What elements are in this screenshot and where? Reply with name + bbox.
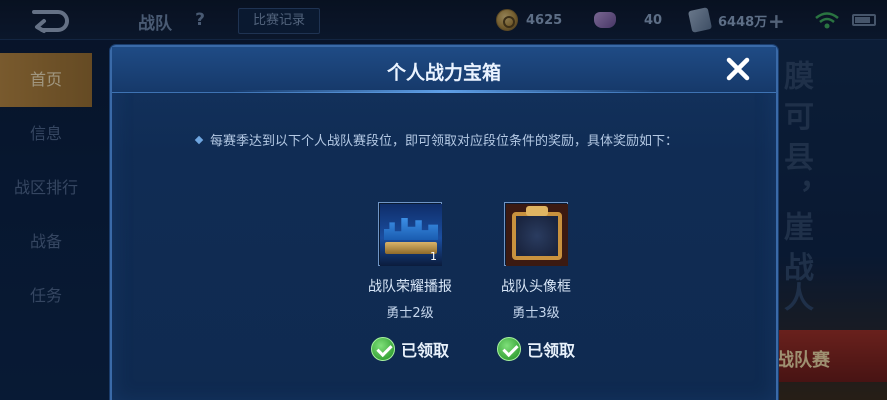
reward-item: 战队头像框 勇士3级 已领取 (471, 202, 601, 361)
claimed-status: 已领取 (471, 337, 601, 361)
reward-requirement: 勇士3级 (512, 306, 560, 321)
personal-chest-dialog: 个人战力宝箱 每赛季达到以下个人战队赛段位，即可领取对应段位条件的奖励，具体奖励… (110, 45, 778, 400)
dialog-title: 个人战力宝箱 (386, 62, 501, 84)
close-icon (726, 57, 750, 81)
instruction-text: 每赛季达到以下个人战队赛段位，即可领取对应段位条件的奖励，具体奖励如下： (210, 134, 679, 149)
reward-count: 1 (430, 250, 437, 263)
reward-icon-frame[interactable]: 1 (378, 202, 442, 266)
claimed-label: 已领取 (526, 341, 575, 360)
avatar-frame-icon (506, 204, 568, 266)
reward-name: 战队头像框 (501, 279, 571, 295)
reward-requirement: 勇士2级 (386, 306, 434, 321)
reward-name: 战队荣耀播报 (368, 279, 452, 295)
claimed-status: 已领取 (345, 337, 475, 361)
check-icon (370, 337, 395, 361)
claimed-label: 已领取 (400, 341, 449, 360)
close-button[interactable] (724, 55, 752, 83)
check-icon (496, 337, 521, 361)
bullet-icon (194, 135, 204, 145)
dialog-header: 个人战力宝箱 (112, 47, 776, 93)
reward-item: 1 战队荣耀播报 勇士2级 已领取 (345, 202, 475, 361)
reward-icon-frame[interactable] (504, 202, 568, 266)
